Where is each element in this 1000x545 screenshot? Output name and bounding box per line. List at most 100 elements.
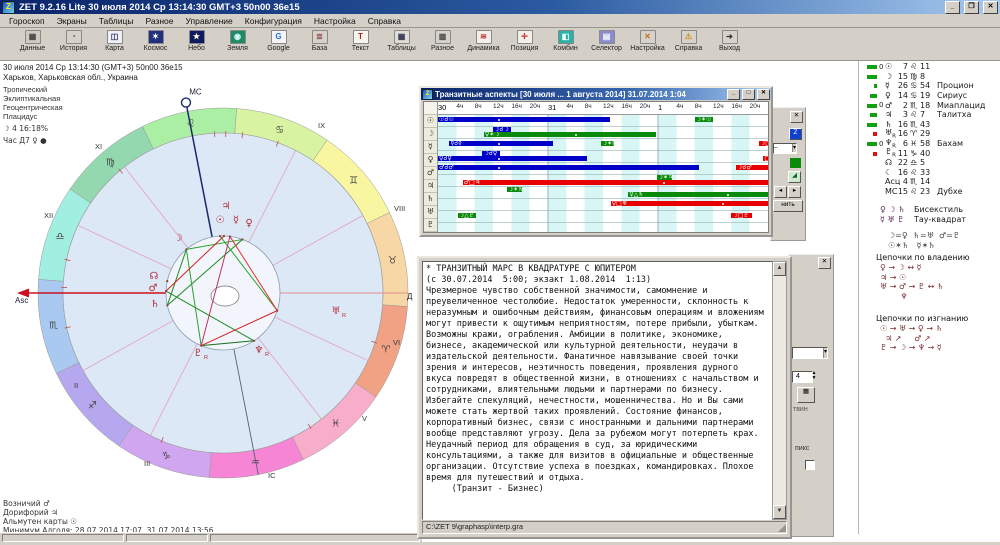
menu-item-Гороскоп[interactable]: Гороскоп [3, 16, 51, 26]
scroll-down-icon[interactable]: ▼ [773, 505, 786, 519]
planet-glyph-☽[interactable]: ☽ [174, 233, 183, 244]
dialog-button[interactable]: ▦ [797, 387, 815, 403]
toolbar-button-Настройка[interactable]: ✕Настройка [627, 30, 668, 52]
maximize-button[interactable]: ❐ [964, 1, 979, 14]
planet-position-row[interactable]: ☽15♍8 [866, 72, 998, 82]
menu-item-Настройка[interactable]: Настройка [308, 16, 362, 26]
toolbar-button-Позиция[interactable]: ✛Позиция [504, 30, 545, 52]
planet-glyph-♂[interactable]: ♂ [149, 283, 158, 294]
planet-position-row[interactable]: 0♂2♏18Миаплацид [866, 100, 998, 110]
planet-glyph-☉[interactable]: ☉ [216, 215, 225, 226]
toolbar-button-Космос[interactable]: ✶Космос [135, 30, 176, 52]
transit-aspect-bar[interactable]: ☽□♇ [731, 213, 752, 218]
planet-glyph-♃[interactable]: ♃ [222, 201, 231, 212]
planet-glyph-☊[interactable]: ☊ [150, 271, 159, 282]
dialog-close-icon[interactable]: ✕ [818, 257, 831, 269]
transit-aspect-bar[interactable]: □♀ [763, 156, 768, 161]
chart-setting: Геоцентрическая [3, 103, 183, 112]
toolbar-button-Справка[interactable]: ⚠Справка [668, 30, 709, 52]
step-forward-button[interactable]: ▸ [788, 186, 801, 198]
step-back-button[interactable]: ◂ [774, 186, 787, 198]
transit-aspect-bar[interactable]: ☽□☿ [759, 141, 768, 146]
panel-close-icon[interactable]: ✕ [790, 111, 803, 123]
minimize-button[interactable]: _ [945, 1, 960, 14]
text-scrollbar[interactable]: ▲ ▼ [772, 261, 787, 520]
toolbar-button-Google[interactable]: GGoogle [258, 30, 299, 52]
transit-aspect-bar[interactable]: ☽✶♄ [507, 187, 522, 192]
planet-position-row[interactable]: МС15♌23Дубхе [866, 187, 998, 197]
Таблицы-icon: ▦ [394, 30, 410, 44]
menu-item-Таблицы[interactable]: Таблицы [93, 16, 140, 26]
fixed-star-name: Сириус [937, 91, 967, 100]
chart-step-icon[interactable]: ◢ [788, 171, 801, 183]
toolbar-button-Динамика[interactable]: ≋Динамика [463, 30, 504, 52]
transit-aspect-bar[interactable]: ♂☌♂ [438, 165, 699, 170]
toolbar-button-Земля[interactable]: ◉Земля [217, 30, 258, 52]
transit-aspect-bar[interactable]: ☽☌♂ [736, 165, 768, 170]
planet-position-row[interactable]: ☊22♎5 [866, 158, 998, 168]
transit-minimize-button[interactable]: _ [727, 89, 740, 100]
toolbar-button-Таблицы[interactable]: ▦Таблицы [381, 30, 422, 52]
transit-timeline-grid[interactable]: 304ч8ч12ч16ч20ч314ч8ч12ч16ч20ч14ч8ч12ч16… [438, 102, 768, 232]
planet-glyph-♆[interactable]: ♆ [255, 345, 264, 356]
toolbar-button-Данные[interactable]: ▦Данные [12, 30, 53, 52]
transit-close-button[interactable]: ✕ [757, 89, 770, 100]
Позиция-icon: ✛ [517, 30, 533, 44]
menu-item-Управление[interactable]: Управление [180, 16, 239, 26]
interpretation-text[interactable]: * ТРАНЗИТНЫЙ МАРС В КВАДРАТУРЕ С ЮПИТЕРО… [422, 261, 773, 520]
position-sign: ♋ [910, 91, 920, 100]
toolbar-button-Карта[interactable]: ◫Карта [94, 30, 135, 52]
planet-position-row[interactable]: 0☉7♌11 [866, 62, 998, 72]
scroll-up-icon[interactable]: ▲ [773, 262, 786, 276]
transit-window-titlebar[interactable]: Z Транзитные аспекты [30 июля ... 1 авгу… [421, 88, 771, 100]
planet-position-row[interactable]: ♇R11♑40 [866, 148, 998, 158]
transit-aspect-bar[interactable]: ♀☌♀ [438, 156, 587, 161]
planet-position-row[interactable]: Асц4♏14 [866, 177, 998, 187]
toolbar-button-Небо[interactable]: ★Небо [176, 30, 217, 52]
planet-position-row[interactable]: ♀14♋19Сириус [866, 91, 998, 101]
dispositor-chain-row: ♆ [880, 292, 998, 302]
toolbar-button-Текст[interactable]: ТТекст [340, 30, 381, 52]
transit-aspect-bar[interactable]: ☉☌☉ [438, 117, 610, 122]
transit-aspect-bar[interactable]: ☿☌☿ [449, 141, 552, 146]
panel-combobox[interactable]: –▾ [773, 143, 797, 154]
menu-item-Конфигурация[interactable]: Конфигурация [239, 16, 308, 26]
planet-glyph: Асц [885, 177, 897, 186]
transit-aspect-bar[interactable]: ♂□♃ [463, 180, 768, 185]
transit-aspect-bar[interactable]: ☽✶☉ [695, 117, 713, 122]
menu-item-Справка[interactable]: Справка [362, 16, 407, 26]
resize-grip[interactable] [778, 524, 786, 532]
planet-glyph-♇[interactable]: ♇ [194, 348, 203, 359]
green-swatch-icon[interactable] [790, 158, 801, 168]
time-tick: 16ч [731, 103, 742, 110]
spinner-arrows-icon[interactable]: ▲▼ [810, 371, 818, 381]
toolbar-button-История[interactable]: ◔История [53, 30, 94, 52]
zoom-z-icon[interactable]: Z [789, 128, 802, 140]
transit-maximize-button[interactable]: □ [742, 89, 755, 100]
planet-glyph-♀[interactable]: ♀ [245, 218, 252, 229]
toolbar-button-Выход[interactable]: ➜Выход [709, 30, 750, 52]
transit-aspect-bar[interactable]: ♀□♅ [611, 201, 768, 206]
toolbar-button-Селектор[interactable]: ▤Селектор [586, 30, 627, 52]
toolbar-button-База[interactable]: ≣База [299, 30, 340, 52]
planet-glyph-♄[interactable]: ♄ [151, 299, 160, 310]
transit-aspect-bar[interactable]: ☽△♇ [458, 213, 476, 218]
toolbar-label: Динамика [467, 45, 499, 52]
transit-aspect-bar[interactable]: ♀✶☽ [484, 132, 656, 137]
close-button[interactable]: ✕ [983, 1, 998, 14]
menu-item-Экраны[interactable]: Экраны [51, 16, 93, 26]
toolbar-button-Комбин[interactable]: ◧Комбин [545, 30, 586, 52]
transit-aspect-bar[interactable]: ♀△♄ [628, 192, 768, 197]
planet-position-row[interactable]: ☿26♋54Процион [866, 81, 998, 91]
menu-item-Разное[interactable]: Разное [139, 16, 179, 26]
dialog-combobox[interactable]: ▾ [792, 347, 828, 359]
dialog-checkbox[interactable] [805, 460, 815, 470]
transit-aspect-bar[interactable]: ☽✶☿ [601, 141, 615, 146]
planet-position-row[interactable]: ☾16♌33 [866, 168, 998, 178]
planet-glyph-☿[interactable]: ☿ [233, 215, 239, 226]
toolbar-button-Разное[interactable]: ▩Разное [422, 30, 463, 52]
planet-position-row[interactable]: ♃3♌7Талитха [866, 110, 998, 120]
planet-glyph-♅[interactable]: ♅ [332, 306, 341, 317]
transit-row-planet-♀: ♀ [424, 154, 437, 167]
execute-button[interactable]: нить [773, 200, 803, 212]
